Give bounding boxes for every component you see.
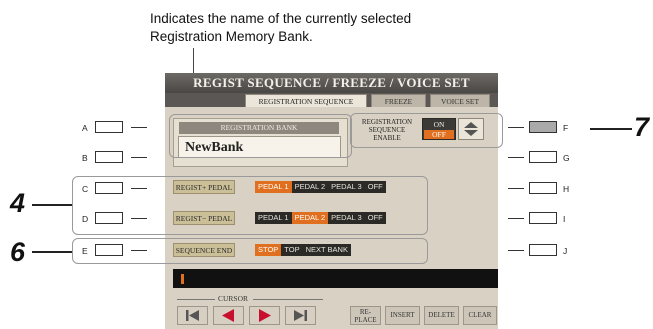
pedal-callout-frame	[72, 176, 428, 235]
replace-button[interactable]: RE- PLACE	[350, 306, 381, 325]
sequence-bar[interactable]	[173, 269, 498, 288]
bank-callout-frame	[169, 114, 352, 158]
button-letter-j: J	[563, 246, 568, 256]
skip-to-start-icon	[186, 310, 199, 321]
callout-number-4: 4	[10, 188, 26, 218]
callout-6-line	[32, 251, 72, 253]
skip-to-end-icon	[294, 310, 307, 321]
tab-voice-set[interactable]: VOICE SET	[430, 94, 490, 107]
tab-bar: REGISTRATION SEQUENCE FREEZE VOICE SET	[165, 93, 498, 107]
callout-4-line	[32, 204, 72, 206]
replace-label-1: RE-	[359, 308, 372, 316]
insert-button[interactable]: INSERT	[385, 306, 420, 325]
cursor-last-button[interactable]	[285, 306, 316, 325]
button-h-connector	[508, 188, 524, 189]
button-a-connector	[131, 127, 147, 128]
arrow-left-icon	[222, 309, 234, 322]
sequence-end-callout-frame	[72, 238, 428, 264]
hardware-button-f[interactable]	[529, 121, 557, 133]
button-letter-h: H	[563, 184, 570, 194]
hardware-button-b[interactable]	[95, 151, 123, 163]
button-letter-f: F	[563, 123, 569, 133]
tab-freeze[interactable]: FREEZE	[371, 94, 426, 107]
clear-button[interactable]: CLEAR	[463, 306, 497, 325]
button-b-connector	[131, 157, 147, 158]
caption: Indicates the name of the currently sele…	[150, 10, 411, 46]
button-g-connector	[508, 157, 524, 158]
cursor-left-button[interactable]	[213, 306, 244, 325]
tab-registration-sequence[interactable]: REGISTRATION SEQUENCE	[245, 94, 367, 107]
enable-callout-frame	[350, 113, 503, 148]
callout-number-6: 6	[10, 237, 26, 267]
cursor-divider-left	[177, 299, 215, 300]
hardware-button-h[interactable]	[529, 182, 557, 194]
hardware-button-a[interactable]	[95, 121, 123, 133]
button-letter-a: A	[82, 123, 88, 133]
screen-title: REGIST SEQUENCE / FREEZE / VOICE SET	[165, 73, 498, 93]
hardware-button-g[interactable]	[529, 151, 557, 163]
caption-line-2: Registration Memory Bank.	[150, 29, 313, 44]
sequence-cursor	[181, 274, 184, 284]
button-f-connector	[508, 127, 524, 128]
replace-label-2: PLACE	[354, 316, 377, 324]
button-letter-b: B	[82, 153, 88, 163]
cursor-label: CURSOR	[218, 294, 249, 303]
button-letter-g: G	[563, 153, 570, 163]
hardware-button-j[interactable]	[529, 244, 557, 256]
callout-7-line	[590, 128, 632, 130]
button-i-connector	[508, 218, 524, 219]
caption-line-1: Indicates the name of the currently sele…	[150, 11, 412, 26]
button-j-connector	[508, 250, 524, 251]
cursor-first-button[interactable]	[177, 306, 208, 325]
delete-button[interactable]: DELETE	[424, 306, 459, 325]
hardware-button-i[interactable]	[529, 212, 557, 224]
button-letter-i: I	[563, 214, 566, 224]
cursor-right-button[interactable]	[249, 306, 280, 325]
callout-number-7: 7	[634, 112, 650, 142]
cursor-divider-right	[253, 299, 323, 300]
arrow-right-icon	[259, 309, 271, 322]
